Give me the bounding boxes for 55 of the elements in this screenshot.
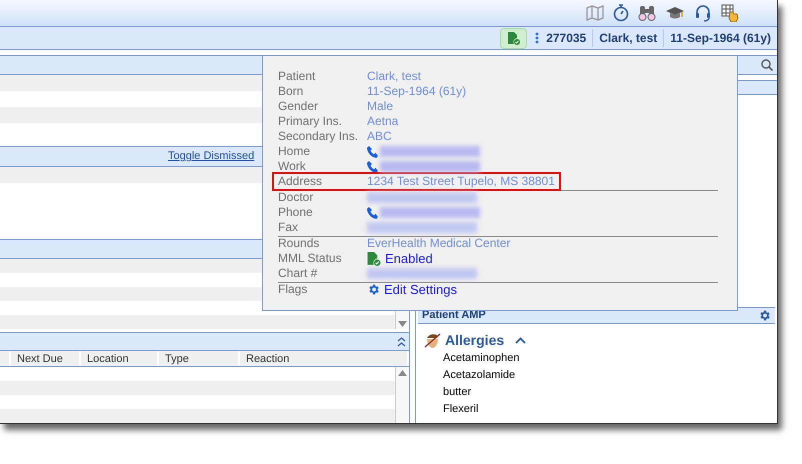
allergy-item: Acetazolamide xyxy=(442,368,516,383)
stopwatch-icon[interactable] xyxy=(613,4,629,22)
headset-icon[interactable] xyxy=(694,4,712,22)
scroll-down-icon[interactable] xyxy=(398,321,407,327)
phone-icon[interactable] xyxy=(367,146,378,158)
edit-settings-link[interactable]: Edit Settings xyxy=(367,282,457,297)
toggle-dismissed-link[interactable]: Toggle Dismissed xyxy=(168,148,254,165)
settings-icon[interactable] xyxy=(758,309,771,322)
field-label: Fax xyxy=(278,220,300,235)
graduation-cap-icon[interactable] xyxy=(665,5,685,21)
field-label: Home xyxy=(278,144,312,159)
field-label: Rounds xyxy=(278,236,320,251)
grid-pointer-icon[interactable] xyxy=(721,4,739,22)
field-label: Chart # xyxy=(278,266,318,281)
field-value: 1234 Test Street Tupelo, MS 38801 xyxy=(367,174,555,189)
field-label: Flags xyxy=(278,282,308,297)
allergy-item: Acetaminophen xyxy=(442,351,520,366)
section-title: Allergies xyxy=(445,330,504,350)
scrollbar[interactable] xyxy=(395,367,409,423)
field-label: Secondary Ins. xyxy=(278,129,360,144)
field-label: Work xyxy=(278,159,307,174)
field-value: Male xyxy=(367,99,394,114)
search-icon[interactable] xyxy=(761,59,773,71)
field-label: Born xyxy=(278,84,304,99)
gear-icon xyxy=(367,283,380,296)
field-value: ABC xyxy=(367,129,392,144)
field-label: Patient xyxy=(278,69,316,84)
binoculars-icon[interactable] xyxy=(638,4,656,22)
mml-status-button[interactable] xyxy=(500,28,528,48)
field-label: Primary Ins. xyxy=(278,114,344,129)
patient-birth-date: 11-Sep-1964 (61y) xyxy=(669,30,771,47)
document-check-icon xyxy=(508,32,520,44)
field-value: Aetna xyxy=(367,114,398,129)
kebab-menu-icon[interactable] xyxy=(535,32,540,44)
toggle-button[interactable] xyxy=(514,335,526,345)
phone-icon[interactable] xyxy=(367,206,378,218)
phone-icon[interactable] xyxy=(367,160,378,172)
acorn-icon xyxy=(424,332,441,348)
status-value: Enabled xyxy=(385,251,433,266)
document-check-icon xyxy=(367,252,381,266)
field-value: EverHealth Medical Center xyxy=(367,236,510,251)
field-label: Gender xyxy=(278,99,320,114)
field-label: Address xyxy=(278,174,324,189)
field-label: Phone xyxy=(278,205,314,220)
chart-number: 277035 xyxy=(546,29,594,47)
field-value: 11-Sep-1964 (61y) xyxy=(367,84,466,99)
patient-name: Clark, test xyxy=(593,29,664,47)
map-icon[interactable] xyxy=(586,5,604,21)
field-value: Clark, test xyxy=(367,69,422,84)
allergy-item: Flexeril xyxy=(442,402,480,417)
field-label: Doctor xyxy=(278,190,314,205)
allergy-item: butter xyxy=(442,385,472,400)
collapse-icon[interactable] xyxy=(397,336,406,346)
field-label: MML Status xyxy=(278,251,343,266)
scroll-up-icon[interactable] xyxy=(398,370,407,376)
